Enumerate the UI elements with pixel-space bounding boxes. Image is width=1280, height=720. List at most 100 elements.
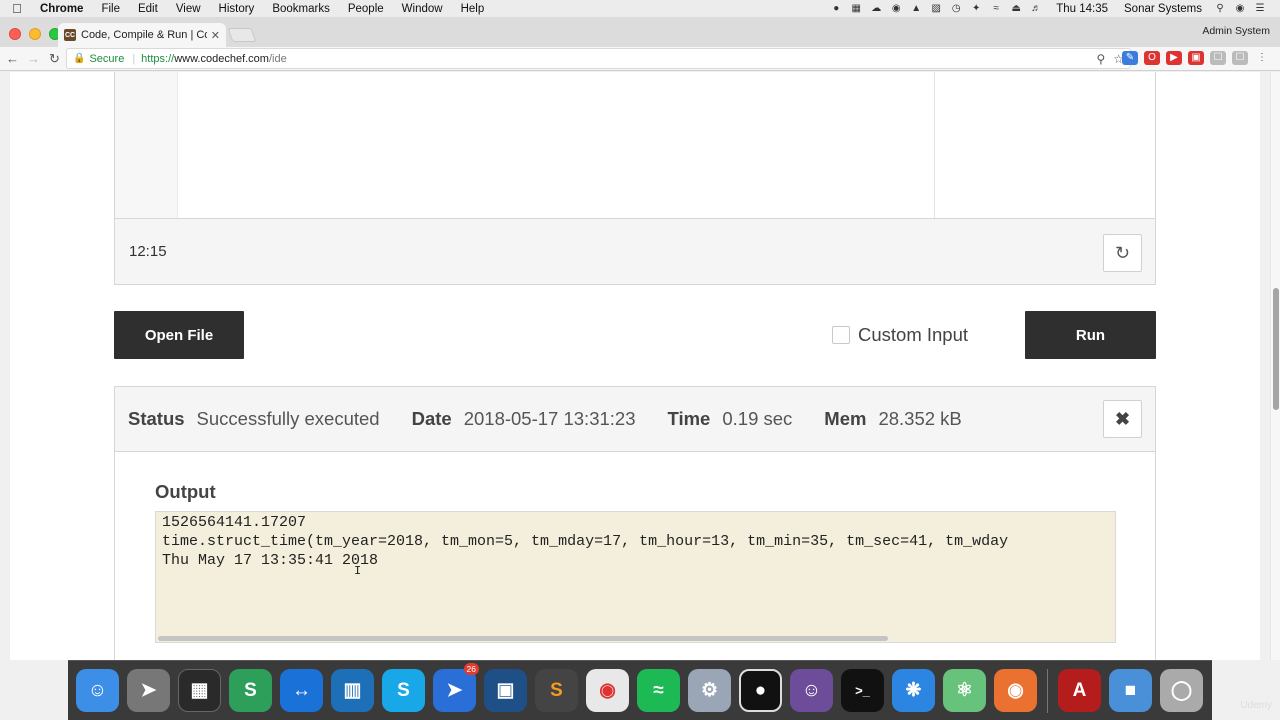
status-app-icon[interactable]: ▧ — [926, 3, 946, 14]
status-app-icon[interactable]: ▦ — [846, 3, 866, 14]
extension-icon[interactable]: ☐ — [1232, 51, 1248, 65]
status-app-icon[interactable]: ✦ — [966, 3, 986, 14]
mail-badge: 26 — [463, 663, 479, 675]
menu-app-chrome[interactable]: Chrome — [34, 3, 92, 15]
sublime-like-app-icon[interactable]: S — [229, 669, 272, 712]
cloud-icon[interactable]: ☁ — [866, 3, 886, 14]
output-label: Output — [155, 481, 216, 502]
cursor-position: 12:15 — [129, 243, 167, 260]
menu-help[interactable]: Help — [452, 3, 494, 15]
menu-bookmarks[interactable]: Bookmarks — [263, 3, 339, 15]
url-separator: | — [132, 52, 136, 65]
terminal-icon[interactable]: >_ — [841, 669, 884, 712]
close-tab-icon[interactable]: ✕ — [211, 29, 220, 42]
menu-edit[interactable]: Edit — [129, 3, 167, 15]
status-app-icon[interactable]: ● — [826, 3, 846, 14]
output-horizontal-scrollbar[interactable] — [158, 636, 888, 641]
menu-history[interactable]: History — [210, 3, 264, 15]
obs-icon[interactable]: ● — [739, 669, 782, 712]
reload-icon[interactable]: ↻ — [44, 51, 65, 67]
apple-menu-icon[interactable]:  — [0, 1, 34, 16]
udemy-watermark: Udemy — [1240, 700, 1272, 711]
firefox-icon[interactable]: ◉ — [994, 669, 1037, 712]
page-vertical-scrollbar[interactable] — [1270, 72, 1280, 660]
run-button[interactable]: Run — [1025, 311, 1156, 359]
status-value: Successfully executed — [196, 408, 380, 429]
github-desktop-icon[interactable]: ☺ — [790, 669, 833, 712]
tab-title: Code, Compile & Run | CodeCh — [81, 29, 207, 41]
chrome-icon[interactable]: ◉ — [586, 669, 629, 712]
opera-extension-icon[interactable]: O — [1144, 51, 1160, 65]
menu-view[interactable]: View — [167, 3, 210, 15]
spotlight-search-icon[interactable]: ⚲ — [1210, 3, 1230, 14]
close-window-button[interactable] — [9, 28, 21, 40]
open-file-button[interactable]: Open File — [114, 311, 244, 359]
back-arrow-icon[interactable]: ← — [2, 51, 23, 66]
menubar-clock[interactable]: Thu 14:35 — [1046, 3, 1116, 15]
menu-people[interactable]: People — [339, 3, 393, 15]
volume-icon[interactable]: ♬ — [1026, 3, 1046, 14]
atom-icon[interactable]: ⚛ — [943, 669, 986, 712]
browser-tab-strip: CC Code, Compile & Run | CodeCh ✕ Admin … — [0, 17, 1280, 47]
teamviewer-icon[interactable]: ↔ — [280, 669, 323, 712]
mail-app-icon[interactable]: ➤ 26 — [433, 663, 479, 712]
status-app-icon[interactable]: ◉ — [886, 3, 906, 14]
date-label: Date — [411, 408, 452, 429]
siri-icon[interactable]: ◉ — [1230, 3, 1250, 14]
time-value: 0.19 sec — [722, 408, 793, 429]
finder-icon[interactable]: ☺ — [76, 669, 119, 712]
new-tab-button[interactable] — [227, 28, 257, 42]
output-line: time.struct_time(tm_year=2018, tm_mon=5,… — [162, 533, 1009, 550]
zoom-icon[interactable]: ⚲ — [1096, 52, 1105, 66]
extension-icon[interactable]: ▣ — [1188, 51, 1204, 65]
custom-input-checkbox[interactable] — [832, 326, 850, 344]
status-app-icon[interactable]: ▲ — [906, 3, 926, 14]
address-bar[interactable]: 🔒 Secure | https:// www.codechef.com /id… — [66, 48, 1131, 69]
eject-icon[interactable]: ⏏ — [1006, 3, 1026, 14]
extension-icon[interactable]: ▶ — [1166, 51, 1182, 65]
time-machine-icon[interactable]: ◷ — [946, 3, 966, 14]
chrome-menu-icon[interactable]: ⋮ — [1254, 51, 1270, 65]
system-preferences-icon[interactable]: ⚙ — [688, 669, 731, 712]
sublime-text-icon[interactable]: S — [535, 669, 578, 712]
window-app-icon[interactable]: ▣ — [484, 669, 527, 712]
scrollbar-thumb[interactable] — [1273, 288, 1279, 410]
page-viewport: 12:15 ↻ Open File Custom Input Run Statu… — [0, 72, 1270, 660]
close-result-button[interactable]: ✖ — [1103, 400, 1142, 438]
extension-icon[interactable]: ✎ — [1122, 51, 1138, 65]
notification-center-icon[interactable]: ☰ — [1250, 3, 1270, 14]
secure-label: Secure — [89, 52, 125, 65]
result-summary-bar: Status Successfully executed Date 2018-0… — [115, 387, 1155, 452]
downloads-folder-icon[interactable]: ■ — [1109, 669, 1152, 712]
forward-arrow-icon[interactable]: → — [23, 51, 44, 66]
pdf-document-icon[interactable]: A — [1058, 669, 1101, 712]
extension-icon[interactable]: ☐ — [1210, 51, 1226, 65]
codechef-favicon-icon: CC — [64, 29, 76, 41]
code-editor[interactable] — [114, 72, 1156, 219]
wifi-icon[interactable]: ≈ — [986, 3, 1006, 14]
launchpad-icon[interactable]: ➤ — [127, 669, 170, 712]
browser-tab-active[interactable]: CC Code, Compile & Run | CodeCh ✕ — [58, 23, 226, 47]
custom-input-toggle[interactable]: Custom Input — [832, 324, 968, 346]
refresh-button[interactable]: ↻ — [1103, 234, 1142, 272]
lock-icon: 🔒 — [73, 53, 86, 64]
trash-icon[interactable]: ◯ — [1160, 669, 1203, 712]
date-value: 2018-05-17 13:31:23 — [463, 408, 636, 429]
trello-icon[interactable]: ▥ — [331, 669, 374, 712]
minimize-window-button[interactable] — [29, 28, 41, 40]
menu-file[interactable]: File — [92, 3, 129, 15]
output-box[interactable]: 1526564141.17207 time.struct_time(tm_yea… — [155, 511, 1116, 643]
editor-status-bar: 12:15 ↻ — [114, 218, 1156, 285]
skype-icon[interactable]: S — [382, 669, 425, 712]
output-line: Thu May 17 13:35:41 2018 — [162, 552, 379, 569]
menubar-user[interactable]: Sonar Systems — [1116, 3, 1210, 15]
profile-name[interactable]: Admin System — [1202, 25, 1270, 37]
safari-icon[interactable]: ❋ — [892, 669, 935, 712]
spotify-icon[interactable]: ≈ — [637, 669, 680, 712]
menu-window[interactable]: Window — [393, 3, 452, 15]
activity-app-icon[interactable]: ▦ — [178, 669, 221, 712]
close-icon: ✖ — [1114, 408, 1131, 429]
url-scheme: https:// — [141, 52, 175, 65]
mem-label: Mem — [824, 408, 867, 429]
status-label: Status — [128, 408, 185, 429]
